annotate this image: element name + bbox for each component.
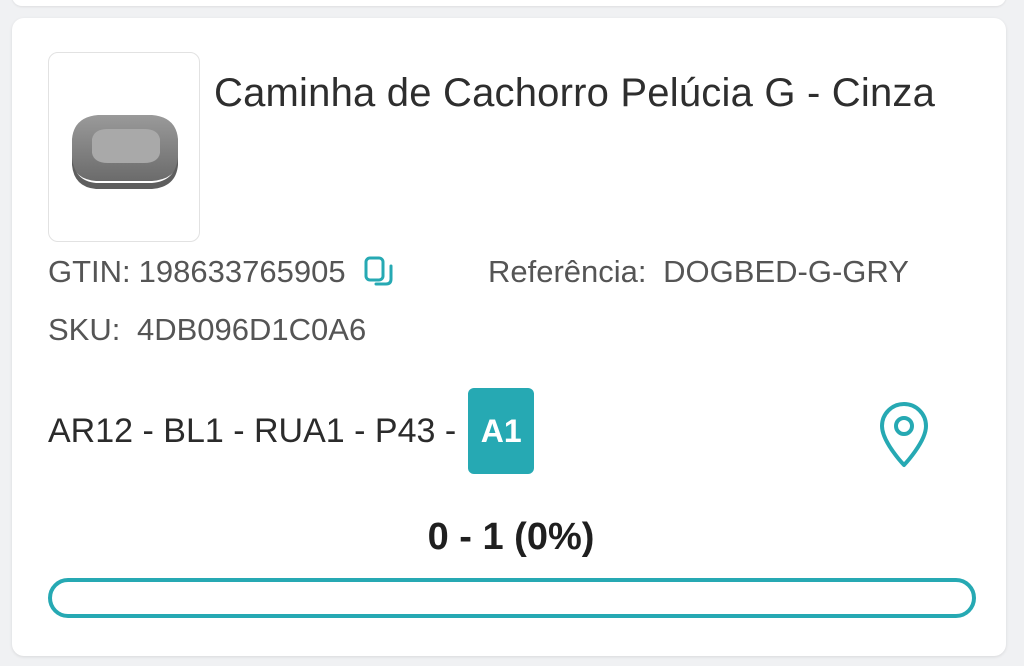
gtin-row: GTIN: 198633765905: [48, 254, 396, 290]
reference-row: Referência: DOGBED-G-GRY: [488, 254, 909, 290]
location-path: AR12 - BL1 - RUA1 - P43 -: [48, 411, 457, 450]
location-slot-badge: A1: [468, 388, 535, 474]
reference-value: DOGBED-G-GRY: [663, 254, 909, 289]
sku-row: SKU: 4DB096D1C0A6: [48, 312, 366, 348]
gtin-label: GTIN:: [48, 254, 131, 289]
product-title: Caminha de Cachorro Pelúcia G - Cinza: [214, 71, 936, 115]
picking-item-card[interactable]: Caminha de Cachorro Pelúcia G - Cinza GT…: [12, 18, 1006, 656]
copy-icon[interactable]: [362, 255, 396, 289]
previous-item-card: [12, 0, 1006, 6]
dog-bed-image-icon: [72, 115, 178, 189]
progress-bar: [48, 578, 976, 618]
location-row: AR12 - BL1 - RUA1 - P43 - A1: [48, 388, 535, 474]
product-image[interactable]: [48, 52, 200, 242]
sku-value: 4DB096D1C0A6: [136, 312, 367, 347]
sku-label: SKU:: [48, 312, 121, 347]
gtin-value: 198633765905: [138, 254, 346, 289]
map-pin-icon[interactable]: [874, 402, 934, 468]
reference-label: Referência:: [488, 254, 647, 289]
progress-label: 0 - 1 (0%): [427, 516, 595, 558]
